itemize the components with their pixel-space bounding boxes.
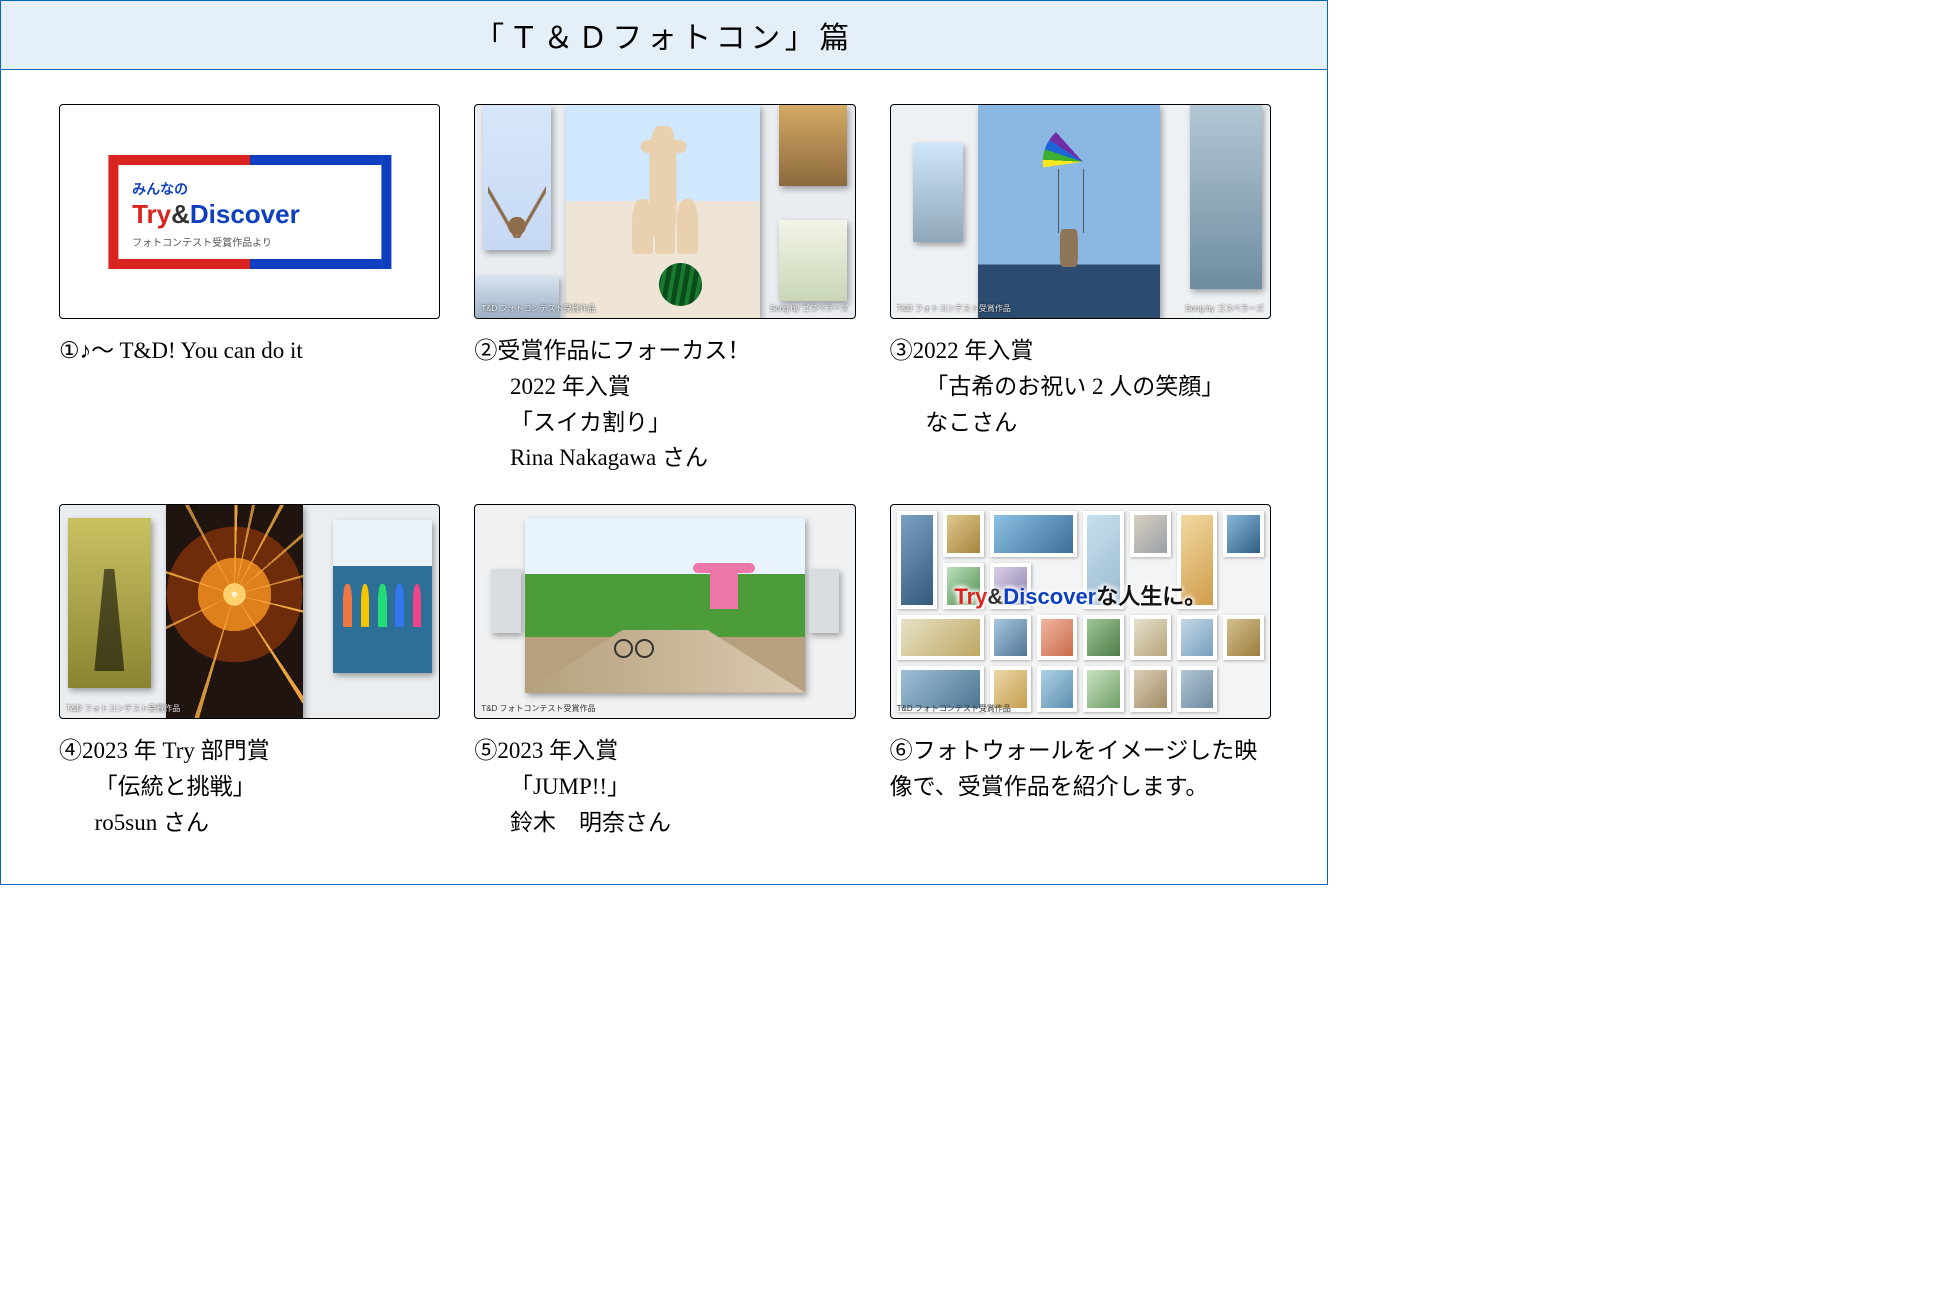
frame-main [978,105,1160,318]
overlay-text: Try&Discoverな人生に。 [954,579,1206,611]
photo-wall [891,505,1270,718]
thumbnail: みんなの Try&Discover フォトコンテスト受賞作品より [59,104,440,319]
thumbnail: T&D フォトコンテスト受賞作品 Song by ゴスペラーズ [474,104,855,319]
credit-left: T&D フォトコンテスト受賞作品 [66,703,180,714]
title-card: みんなの Try&Discover フォトコンテスト受賞作品より [108,155,391,269]
credit-left: T&D フォトコンテスト受賞作品 [481,703,595,714]
caption: ②受賞作品にフォーカス！ 2022 年入賞 「スイカ割り」 Rina Nakag… [474,333,853,476]
credit-left: T&D フォトコンテスト受賞作品 [897,303,1011,314]
card-sub: フォトコンテスト受賞作品より [132,234,367,249]
frame [779,105,847,186]
frame [779,220,847,301]
storyboard-grid: みんなの Try&Discover フォトコンテスト受賞作品より ①♪～ T&D… [1,70,1327,884]
credit-left: T&D フォトコンテスト受賞作品 [897,703,1011,714]
frame [913,143,962,241]
thumbnail: T&D フォトコンテスト受賞作品 [474,504,855,719]
frame-main [166,505,303,718]
card-logo: Try&Discover [132,199,367,230]
frame [491,569,521,633]
frame [333,520,432,674]
storyboard-cell: みんなの Try&Discover フォトコンテスト受賞作品より ①♪～ T&D… [59,104,438,476]
frame-main [566,105,759,318]
page-title: 「Ｔ＆Ｄフォトコン」篇 [1,1,1327,70]
storyboard-cell: T&D フォトコンテスト受賞作品 ④2023 年 Try 部門賞 「伝統と挑戦」… [59,504,438,840]
caption: ⑥フォトウォールをイメージした映像で、受賞作品を紹介します。 [890,733,1269,804]
caption: ⑤2023 年入賞 「JUMP!!」 鈴木 明奈さん [474,733,853,840]
thumbnail: Try&Discoverな人生に。 T&D フォトコンテスト受賞作品 [890,504,1271,719]
credit-right: Song by ゴスペラーズ [770,303,849,314]
frame [483,105,551,250]
frame [1190,105,1262,289]
frame [809,569,839,633]
storyboard-cell: T&D フォトコンテスト受賞作品 Song by ゴスペラーズ ③2022 年入… [890,104,1269,476]
frame [68,518,151,689]
caption: ④2023 年 Try 部門賞 「伝統と挑戦」 ro5sun さん [59,733,438,840]
storyboard-cell: T&D フォトコンテスト受賞作品 ⑤2023 年入賞 「JUMP!!」 鈴木 明… [474,504,853,840]
storyboard-cell: T&D フォトコンテスト受賞作品 Song by ゴスペラーズ ②受賞作品にフォ… [474,104,853,476]
card-line1: みんなの [132,179,367,199]
thumbnail: T&D フォトコンテスト受賞作品 [59,504,440,719]
caption: ①♪～ T&D! You can do it [59,333,438,369]
storyboard-page: 「Ｔ＆Ｄフォトコン」篇 みんなの Try&Discover フォトコンテスト受賞… [0,0,1328,885]
thumbnail: T&D フォトコンテスト受賞作品 Song by ゴスペラーズ [890,104,1271,319]
credit-left: T&D フォトコンテスト受賞作品 [481,303,595,314]
storyboard-cell: Try&Discoverな人生に。 T&D フォトコンテスト受賞作品 ⑥フォトウ… [890,504,1269,840]
credit-right: Song by ゴスペラーズ [1185,303,1264,314]
caption: ③2022 年入賞 「古希のお祝い 2 人の笑顔」 なこさん [890,333,1269,440]
frame-main [525,518,806,693]
